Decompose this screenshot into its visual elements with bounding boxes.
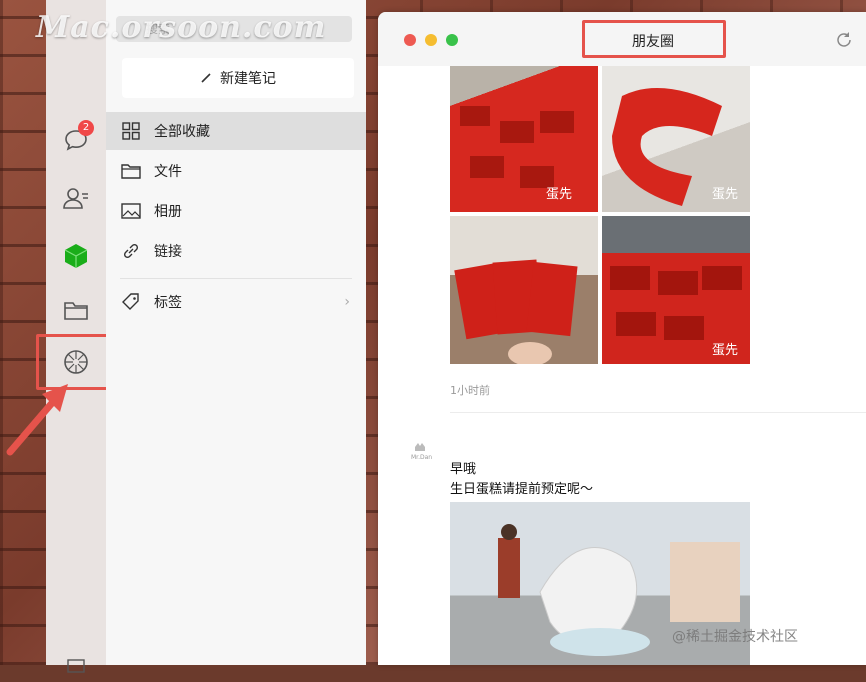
favorites-cube-icon[interactable] [60, 240, 92, 272]
post-photo[interactable] [450, 216, 598, 364]
arrow-annotation-icon [6, 384, 68, 456]
svg-text:蛋先: 蛋先 [712, 343, 738, 358]
files-folder-icon[interactable] [60, 294, 92, 326]
menu-item-label: 文件 [154, 164, 182, 180]
new-note-button[interactable]: 新建笔记 [122, 58, 354, 98]
settings-menu-icon[interactable] [60, 650, 92, 682]
minimize-window-button[interactable] [425, 34, 437, 46]
juejin-watermark: @稀土掘金技术社区 [672, 629, 798, 645]
refresh-icon[interactable] [834, 30, 854, 50]
post-separator [450, 412, 866, 413]
moments-window: 朋友圈 蛋先 蛋先 蛋先 1小时前 Mr.Dan 早哦 生日蛋糕请提前预定呢～ [378, 12, 866, 665]
new-note-label: 新建笔记 [220, 71, 276, 87]
menu-item-all[interactable]: 全部收藏 [106, 112, 366, 150]
menu-item-label: 链接 [154, 244, 182, 260]
post-photo[interactable]: 蛋先 [602, 216, 750, 364]
maximize-window-button[interactable] [446, 34, 458, 46]
svg-text:蛋先: 蛋先 [712, 187, 738, 202]
post-photo[interactable]: 蛋先 [450, 66, 598, 212]
menu-item-label: 全部收藏 [154, 124, 210, 140]
svg-text:Mr.Dan: Mr.Dan [411, 454, 432, 461]
post-text-line: 早哦 [450, 462, 477, 477]
pencil-icon [201, 73, 211, 83]
menu-item-tags[interactable]: 标签 › [106, 283, 366, 321]
avatar[interactable]: Mr.Dan [408, 438, 432, 462]
contacts-icon[interactable] [60, 182, 92, 214]
menu-item-album[interactable]: 相册 [106, 192, 366, 230]
post-photo[interactable]: 蛋先 [602, 66, 750, 212]
menu-item-label: 标签 [154, 295, 182, 311]
post-timestamp: 1小时前 [450, 384, 490, 397]
post-text-line: 生日蛋糕请提前预定呢～ [450, 482, 594, 497]
chat-icon[interactable]: 2 [60, 120, 94, 156]
favorites-panel: 搜索 新建笔记 全部收藏 文件 相册 链接 标签 › [106, 0, 366, 665]
menu-item-links[interactable]: 链接 [106, 232, 366, 270]
highlight-window-title [582, 20, 726, 58]
folder-icon [120, 160, 142, 182]
image-icon [120, 200, 142, 222]
svg-text:蛋先: 蛋先 [546, 187, 572, 202]
tag-icon [120, 291, 142, 313]
menu-item-label: 相册 [154, 204, 182, 220]
link-icon [120, 240, 142, 262]
nav-sidebar: 2 [46, 0, 106, 673]
site-watermark: Mac.orsoon.com [36, 10, 327, 45]
chat-unread-badge: 2 [78, 120, 94, 136]
chevron-right-icon: › [344, 294, 350, 310]
menu-divider [120, 278, 352, 279]
menu-item-files[interactable]: 文件 [106, 152, 366, 190]
grid-icon [120, 120, 142, 142]
close-window-button[interactable] [404, 34, 416, 46]
